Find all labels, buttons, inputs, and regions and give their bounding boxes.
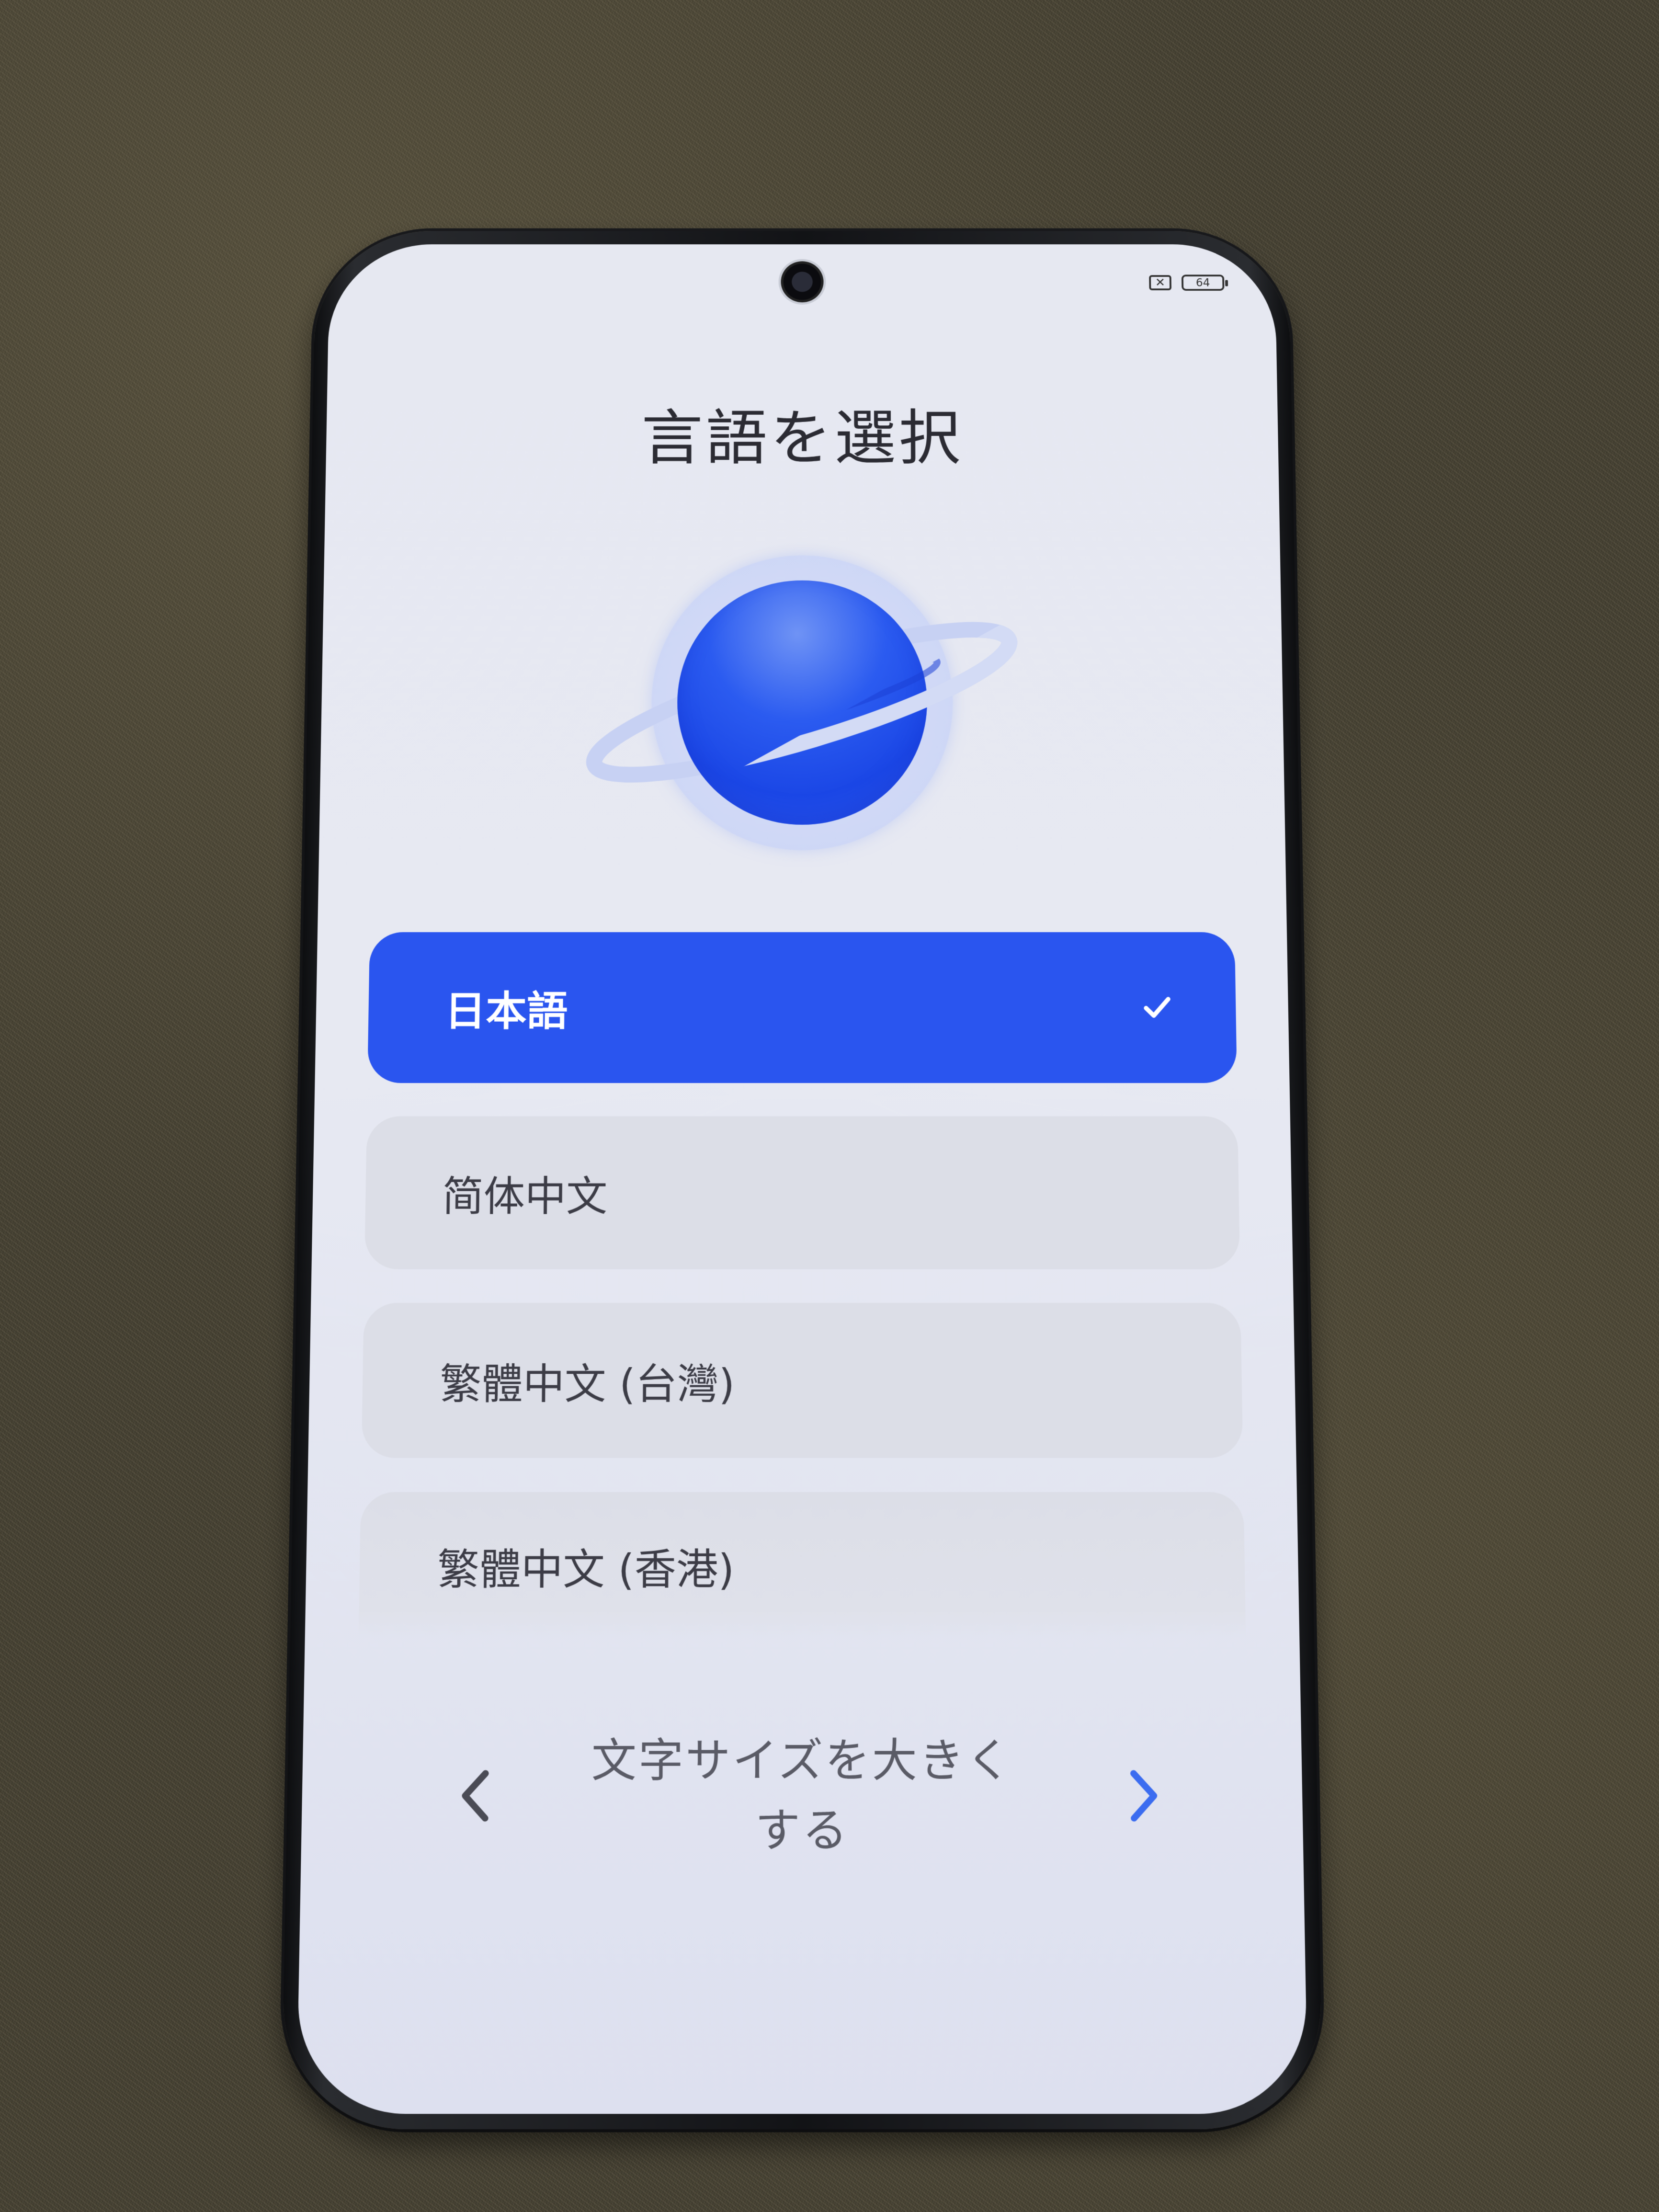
no-sim-icon: ✕ [1149, 275, 1172, 291]
language-label: 繁體中文 (台灣) [439, 1360, 735, 1409]
phone-device: ✕ 64 言語を選択 日本語 简体中文 繁體中文 (台灣) 繁體中文 (香港) … [281, 231, 1323, 2130]
planet-icon [570, 542, 1044, 865]
check-icon [1140, 991, 1174, 1024]
language-list: 日本語 简体中文 繁體中文 (台灣) 繁體中文 (香港) [358, 932, 1246, 1674]
chevron-right-icon[interactable] [1121, 1766, 1166, 1826]
page-title: 言語を選択 [641, 403, 964, 473]
status-bar: ✕ 64 [1149, 274, 1225, 291]
language-item-traditional-chinese-taiwan[interactable]: 繁體中文 (台灣) [361, 1303, 1243, 1458]
bottom-navigation: 文字サイズを大きくする [301, 1726, 1304, 1866]
language-item-traditional-chinese-hongkong[interactable]: 繁體中文 (香港) [358, 1492, 1246, 1640]
phone-screen: ✕ 64 言語を選択 日本語 简体中文 繁體中文 (台灣) 繁體中文 (香港) … [296, 244, 1308, 2114]
language-label: 日本語 [444, 988, 568, 1035]
enlarge-font-size-button[interactable]: 文字サイズを大きくする [581, 1726, 1023, 1866]
battery-icon: 64 [1181, 274, 1225, 291]
front-camera [781, 261, 824, 303]
language-label: 繁體中文 (香港) [437, 1545, 735, 1595]
language-label: 简体中文 [442, 1173, 608, 1221]
language-item-simplified-chinese[interactable]: 简体中文 [364, 1116, 1240, 1269]
planet-ring-front [570, 542, 1044, 865]
chevron-left-icon[interactable] [454, 1766, 499, 1826]
language-item-japanese[interactable]: 日本語 [367, 932, 1237, 1083]
